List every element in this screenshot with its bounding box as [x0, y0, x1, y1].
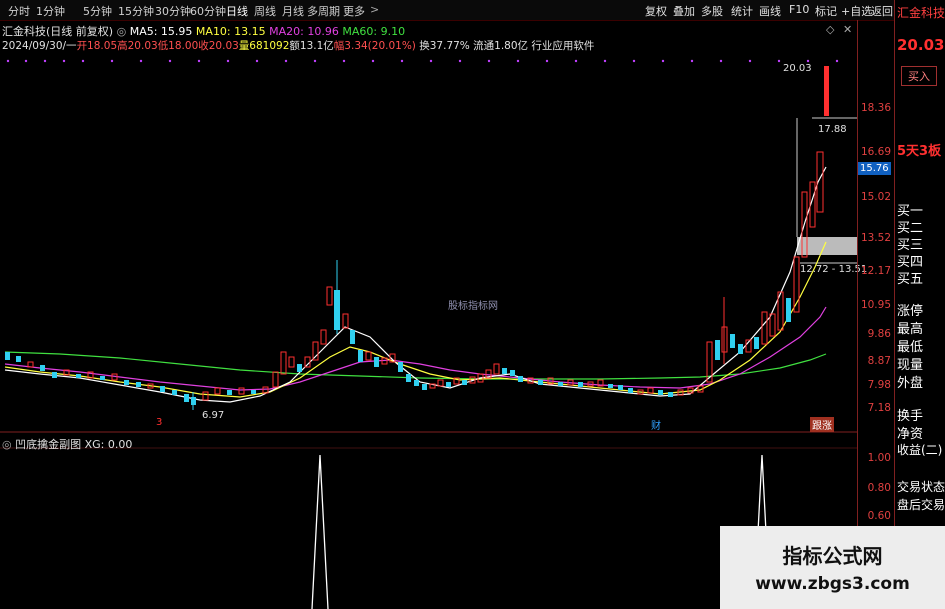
axis-label: 9.86: [867, 328, 891, 340]
marker-limit: 跟涨: [810, 417, 834, 432]
right-quote-panel: 汇金科技 20.03 买入 5天3板 买一 买二 买三 买四 买五 涨停 最高 …: [894, 0, 945, 609]
low-price-label: 6.97: [202, 410, 225, 421]
price-axis: 18.36 16.69 15.02 13.52 12.17 10.95 9.86…: [857, 20, 894, 609]
axis-label: 7.98: [867, 379, 891, 391]
close-icon[interactable]: ✕: [843, 23, 852, 36]
f10-button[interactable]: F10: [789, 3, 809, 16]
overlay-button[interactable]: 叠加: [673, 3, 695, 19]
axis-label: 16.69: [860, 146, 891, 158]
center-watermark: 股标指标网: [448, 301, 498, 312]
axis-label: 12.17: [860, 265, 891, 277]
ma5-label: MA5: 15.95: [129, 25, 193, 38]
stats-button[interactable]: 统计: [731, 3, 753, 19]
indicator-value: XG: 0.00: [84, 438, 133, 451]
mark-button[interactable]: 标记: [815, 3, 837, 19]
marker-fin: 财: [651, 421, 661, 432]
ma20-label: MA20: 10.96: [269, 25, 339, 38]
panel-stock-name: 汇金科技: [897, 6, 945, 20]
turnover-label: 换37.77%: [419, 40, 470, 52]
indicator-axis-label: 1.00: [867, 452, 891, 464]
date-label: 2024/09/30/一: [2, 40, 77, 52]
quote-field: 换手: [897, 409, 924, 424]
tab-5min[interactable]: 5分钟: [83, 3, 112, 19]
multi-stock-button[interactable]: 多股: [701, 3, 723, 19]
quote-field: 涨停: [897, 304, 924, 319]
box-upper-label: 17.88: [818, 124, 847, 135]
quote-field: 净资: [897, 427, 924, 442]
tab-60min[interactable]: 60分钟: [190, 3, 226, 19]
back-button[interactable]: 返回: [871, 3, 893, 19]
tab-fenshi[interactable]: 分时: [8, 3, 30, 19]
adjust-button[interactable]: 复权: [645, 3, 667, 19]
float-cap-label: 流通1.80亿: [473, 40, 529, 52]
quote-field: 最低: [897, 340, 924, 355]
axis-label: 7.18: [867, 402, 891, 414]
amount-label: 额13.1亿: [289, 40, 334, 52]
tab-1min[interactable]: 1分钟: [36, 3, 65, 19]
gear-icon[interactable]: ◎: [2, 438, 12, 451]
candles-left: [5, 352, 269, 410]
ma10-line: [4, 241, 827, 398]
buy-button[interactable]: 买入: [901, 66, 937, 86]
axis-label: 18.36: [860, 102, 891, 114]
site-watermark: 指标公式网 www.zbgs3.com: [720, 526, 945, 609]
indicator-spike-1: [311, 454, 329, 609]
diamond-icon[interactable]: ◇: [826, 23, 834, 36]
industry-label: 行业应用软件: [531, 40, 595, 52]
high-label: 高20.03: [117, 40, 158, 52]
add-watchlist-button[interactable]: +自选: [841, 3, 872, 19]
quote-field: 最高: [897, 322, 924, 337]
watermark-url: www.zbgs3.com: [755, 574, 910, 594]
ma60-label: MA60: 9.10: [342, 25, 406, 38]
tab-monthly[interactable]: 月线: [282, 3, 304, 19]
indicator-axis-label: 0.60: [867, 510, 891, 522]
tab-multi-period[interactable]: 多周期: [307, 3, 340, 19]
tab-more[interactable]: 更多: [343, 3, 365, 19]
quote-field: 交易状态: [897, 480, 945, 494]
change-label: 幅3.34(20.01%): [333, 40, 416, 52]
tab-30min[interactable]: 30分钟: [155, 3, 191, 19]
watermark-title: 指标公式网: [782, 544, 883, 568]
stock-name-label: 汇金科技: [2, 25, 46, 38]
panel-price: 20.03: [897, 36, 945, 54]
chevron-right-icon[interactable]: >: [370, 3, 379, 16]
volume-label: 量681092: [238, 40, 290, 52]
tab-weekly[interactable]: 周线: [254, 3, 276, 19]
axis-label: 13.52: [860, 232, 891, 244]
tab-daily[interactable]: 日线: [226, 3, 248, 19]
indicator-axis-label: 0.80: [867, 482, 891, 494]
ma60-line: [4, 351, 827, 380]
period-label: (日线 前复权): [46, 25, 114, 38]
support-box: [797, 237, 857, 255]
ma5-line: [4, 166, 827, 403]
indicator-header: ◎ 凹底擒金副图 XG: 0.00: [2, 436, 132, 452]
close-label: 收20.03: [198, 40, 239, 52]
top-toolbar: 分时 1分钟 5分钟 15分钟 30分钟 60分钟 日线 周线 月线 多周期 更…: [0, 0, 945, 21]
streak-label: 5天3板: [897, 144, 942, 159]
top-marker-dots: [6, 59, 839, 63]
candles-breakout: [706, 66, 829, 383]
settings-icon[interactable]: ◎: [117, 25, 127, 38]
low-label: 低18.00: [157, 40, 199, 52]
indicator-name: 凹底擒金副图: [15, 438, 82, 451]
draw-line-button[interactable]: 画线: [759, 3, 781, 19]
axis-label: 10.95: [860, 299, 891, 311]
quote-field: 现量: [897, 358, 924, 373]
open-label: 开18.05: [76, 40, 118, 52]
peak-price-label: 20.03: [783, 63, 812, 74]
marker-left: 3: [156, 417, 163, 428]
axis-label: 15.02: [860, 191, 891, 203]
ma-info-line: 汇金科技(日线 前复权) ◎ MA5: 15.95 MA10: 13.15 MA…: [2, 23, 406, 38]
quote-field: 盘后交易: [897, 498, 945, 512]
quote-field: 外盘: [897, 376, 924, 391]
axis-label: 8.87: [867, 355, 891, 367]
bid-level: 买五: [897, 272, 924, 287]
stats-line: 2024/09/30/一开18.05高20.03低18.00收20.03量681…: [2, 38, 594, 52]
tab-15min[interactable]: 15分钟: [118, 3, 154, 19]
ma10-label: MA10: 13.15: [195, 25, 266, 38]
quote-field: 收益(二): [897, 443, 943, 457]
